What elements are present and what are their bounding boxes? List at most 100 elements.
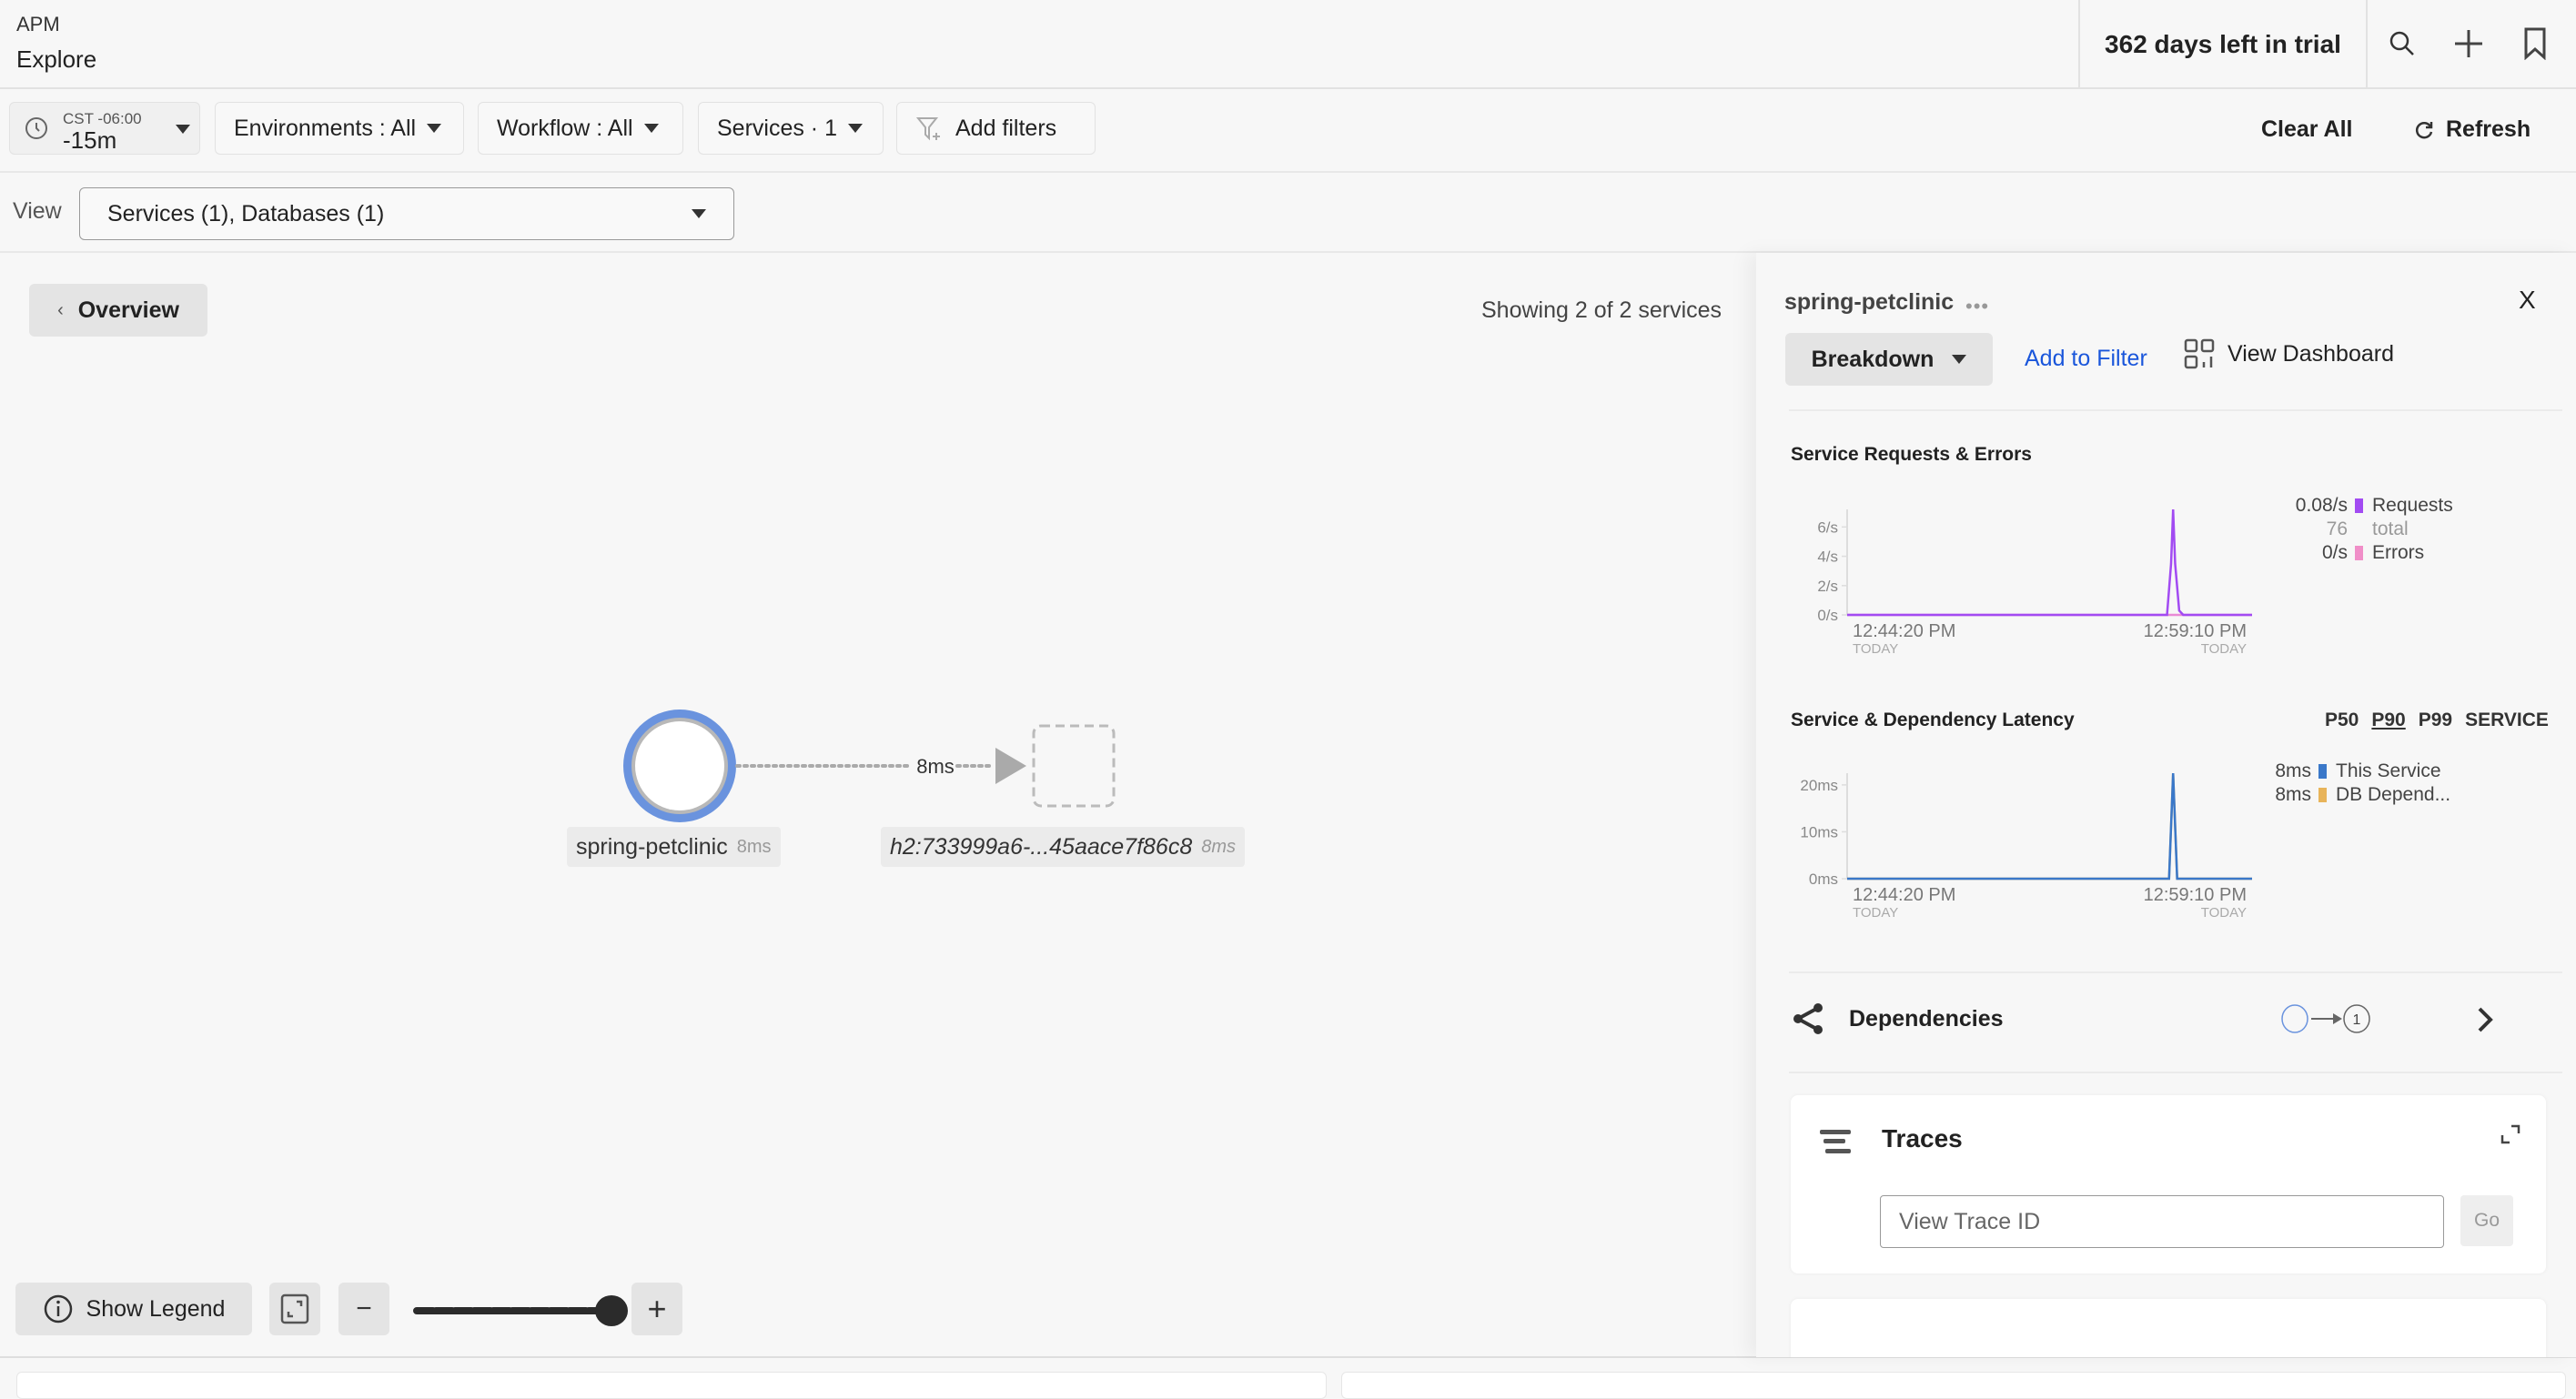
environments-filter[interactable]: Environments : All [215, 102, 464, 155]
breakdown-label: Breakdown [1811, 346, 1935, 372]
showing-count: Showing 2 of 2 services [1481, 297, 1722, 323]
legend-label: Requests [2372, 495, 2453, 516]
time-range-value: -15m [63, 126, 117, 154]
x-tick-label: 12:59:10 PM [2144, 621, 2247, 641]
requests-legend: 0.08/s Requests 76 total 0/s Errors [2266, 494, 2453, 565]
chevron-left-icon: ‹ [57, 299, 64, 320]
series-line-requests[interactable] [1847, 508, 2252, 617]
plus-icon[interactable] [2450, 25, 2487, 62]
service-node[interactable] [623, 710, 736, 822]
legend-label: This Service [2336, 760, 2441, 781]
trial-banner: 362 days left in trial [2078, 0, 2368, 89]
chevron-down-icon [847, 124, 863, 133]
divider [1789, 409, 2562, 411]
database-node-label[interactable]: h2:733999a6-...45aace7f86c8 8ms [881, 827, 1246, 867]
show-legend-label: Show Legend [86, 1295, 226, 1322]
tab-p50[interactable]: P50 [2325, 710, 2359, 731]
x-tick-label: 12:44:20 PM [1853, 621, 1955, 641]
legend-requests[interactable]: 0.08/s Requests [2266, 494, 2453, 518]
zoom-slider[interactable] [411, 1295, 630, 1326]
legend-errors[interactable]: 0/s Errors [2266, 541, 2453, 565]
legend-swatch [2355, 498, 2363, 513]
database-node-latency: 8ms [1201, 836, 1237, 857]
y-tick-label: 0/s [1817, 607, 1838, 624]
legend-swatch [2355, 546, 2363, 560]
zoom-out-button[interactable]: − [338, 1283, 389, 1335]
legend-total: 76 total [2266, 518, 2453, 541]
legend-this-service[interactable]: 8ms This Service [2266, 760, 2450, 783]
chevron-down-icon [1952, 355, 1967, 364]
edge-arrow[interactable] [735, 748, 1026, 784]
service-node-label[interactable]: spring-petclinic 8ms [567, 827, 781, 867]
chevron-right-icon[interactable] [2475, 1006, 2497, 1033]
tab-p90[interactable]: P90 [2371, 710, 2405, 731]
search-icon[interactable] [2384, 25, 2420, 62]
trial-text: 362 days left in trial [2105, 30, 2341, 58]
bookmark-icon[interactable] [2517, 25, 2553, 62]
filter-add-icon [915, 117, 940, 141]
add-filters-button[interactable]: Add filters [896, 102, 1096, 155]
breadcrumb-section[interactable]: APM [16, 13, 60, 36]
refresh-label: Refresh [2446, 116, 2531, 142]
zoom-in-button[interactable]: + [631, 1283, 682, 1335]
chevron-down-icon [692, 209, 706, 218]
add-to-filter-link[interactable]: Add to Filter [2025, 346, 2147, 372]
legend-swatch [2318, 788, 2327, 802]
bottom-card-left [16, 1372, 1327, 1399]
tab-service[interactable]: SERVICE [2465, 710, 2549, 731]
legend-db-dependency[interactable]: 8ms DB Depend... [2266, 783, 2450, 807]
requests-chart[interactable]: 0/s2/s4/s6/s12:44:20 PMTODAY12:59:10 PMT… [1783, 498, 2257, 680]
close-icon[interactable]: X [2519, 286, 2536, 315]
overview-button[interactable]: ‹ Overview [29, 284, 207, 337]
series-line-db-dependency[interactable] [1847, 772, 2252, 881]
legend-swatch [2318, 764, 2327, 779]
service-detail-panel: spring-petclinic ••• X Breakdown Add to … [1756, 253, 2576, 1357]
bottom-card-right [1341, 1372, 2566, 1399]
requests-rate: 0.08/s [2295, 495, 2348, 516]
top-header: APM Explore 362 days left in trial [0, 0, 2576, 89]
divider [1789, 1072, 2562, 1073]
go-button[interactable]: Go [2460, 1195, 2513, 1246]
workflow-filter[interactable]: Workflow : All [478, 102, 683, 155]
breakdown-dropdown[interactable]: Breakdown [1785, 333, 1993, 386]
x-tick-sublabel: TODAY [1853, 641, 1898, 657]
x-tick-label: 12:44:20 PM [1853, 885, 1955, 905]
view-select[interactable]: Services (1), Databases (1) [79, 187, 734, 240]
clear-all-button[interactable]: Clear All [2261, 116, 2353, 143]
trace-id-input[interactable] [1880, 1195, 2444, 1248]
service-map[interactable]: ‹ Overview Showing 2 of 2 services 8ms s… [0, 255, 1756, 1357]
tab-p99[interactable]: P99 [2419, 710, 2452, 731]
legend-spacer [2355, 522, 2363, 537]
x-tick-sublabel: TODAY [2201, 905, 2247, 921]
more-options-icon[interactable]: ••• [1965, 295, 1989, 318]
view-dashboard-label: View Dashboard [2227, 340, 2394, 367]
legend-label: DB Depend... [2336, 784, 2451, 805]
page-title: Explore [16, 45, 97, 73]
series-line-this-service[interactable] [1847, 772, 2252, 881]
database-node[interactable] [1032, 724, 1116, 808]
percentile-tabs: P50 P90 P99 SERVICE [2325, 710, 2549, 731]
zoom-slider-thumb[interactable] [595, 1295, 628, 1326]
chevron-down-icon [176, 125, 190, 134]
y-tick-label: 2/s [1817, 578, 1838, 595]
view-dashboard-link[interactable]: View Dashboard [2184, 338, 2394, 369]
share-icon [1793, 1003, 1823, 1034]
environments-filter-label: Environments : All [234, 115, 417, 141]
legend-label: Errors [2372, 542, 2425, 563]
x-tick-label: 12:59:10 PM [2144, 885, 2247, 905]
timezone-label: CST -06:00 [63, 110, 142, 127]
view-selected-value: Services (1), Databases (1) [107, 200, 385, 226]
dashboard-icon [2184, 338, 2215, 369]
refresh-button[interactable]: Refresh [2413, 116, 2531, 143]
show-legend-button[interactable]: Show Legend [15, 1283, 252, 1335]
fit-to-screen-button[interactable] [269, 1283, 320, 1335]
latency-chart[interactable]: 0ms10ms20ms12:44:20 PMTODAY12:59:10 PMTO… [1783, 762, 2257, 944]
y-tick-label: 10ms [1800, 823, 1838, 840]
clock-icon [25, 117, 47, 139]
dependencies-row[interactable]: Dependencies 1 [1791, 991, 2564, 1046]
time-range-picker[interactable]: CST -06:00 -15m [9, 102, 200, 155]
expand-icon[interactable] [2500, 1124, 2520, 1146]
info-icon [44, 1294, 72, 1324]
dependency-flow-icon: 1 [2281, 1004, 2370, 1033]
services-filter[interactable]: Services · 1 [698, 102, 884, 155]
